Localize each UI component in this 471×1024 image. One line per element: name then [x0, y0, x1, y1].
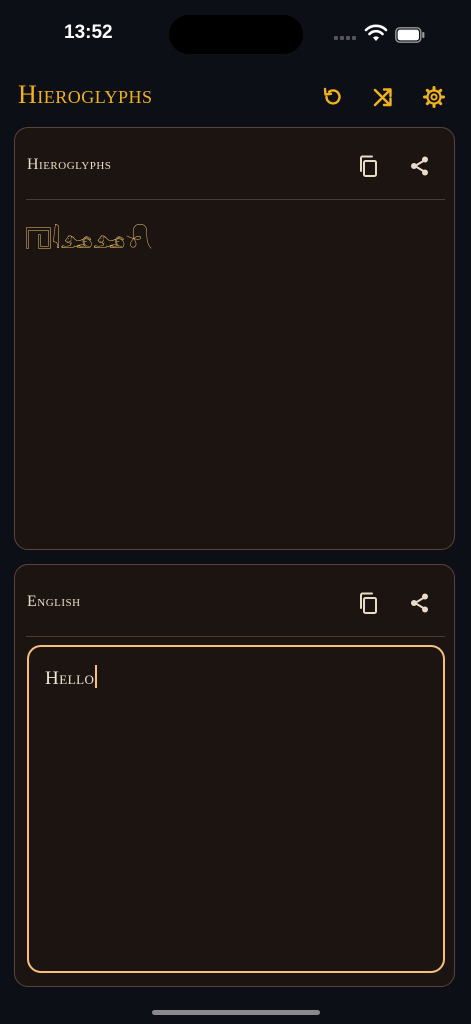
wifi-icon	[364, 24, 388, 41]
shuffle-icon[interactable]	[368, 82, 398, 112]
panel-divider	[26, 199, 445, 200]
status-time: 13:52	[64, 22, 113, 43]
home-indicator	[152, 1010, 320, 1015]
english-panel-label: English	[27, 593, 81, 610]
share-icon[interactable]	[405, 588, 435, 618]
battery-icon	[395, 27, 425, 43]
hieroglyphs-panel: Hieroglyphs 𓉔𓇋𓃭𓃭𓍯	[14, 127, 455, 550]
dynamic-island	[169, 15, 303, 54]
panel-divider	[26, 636, 445, 637]
share-icon[interactable]	[405, 151, 435, 181]
hieroglyph-output: 𓉔𓇋𓃭𓃭𓍯	[25, 228, 153, 254]
hieroglyphs-panel-label: Hieroglyphs	[27, 156, 112, 173]
copy-icon[interactable]	[353, 588, 383, 618]
undo-icon[interactable]	[317, 82, 347, 112]
gear-icon[interactable]	[419, 82, 449, 112]
english-panel: English Hello	[14, 564, 455, 987]
app-title: Hieroglyphs	[18, 80, 153, 109]
copy-icon[interactable]	[353, 151, 383, 181]
text-caret	[95, 665, 98, 688]
english-input[interactable]: Hello	[27, 645, 445, 973]
english-input-text[interactable]: Hello	[45, 665, 98, 690]
cellular-signal-icon	[334, 30, 358, 40]
